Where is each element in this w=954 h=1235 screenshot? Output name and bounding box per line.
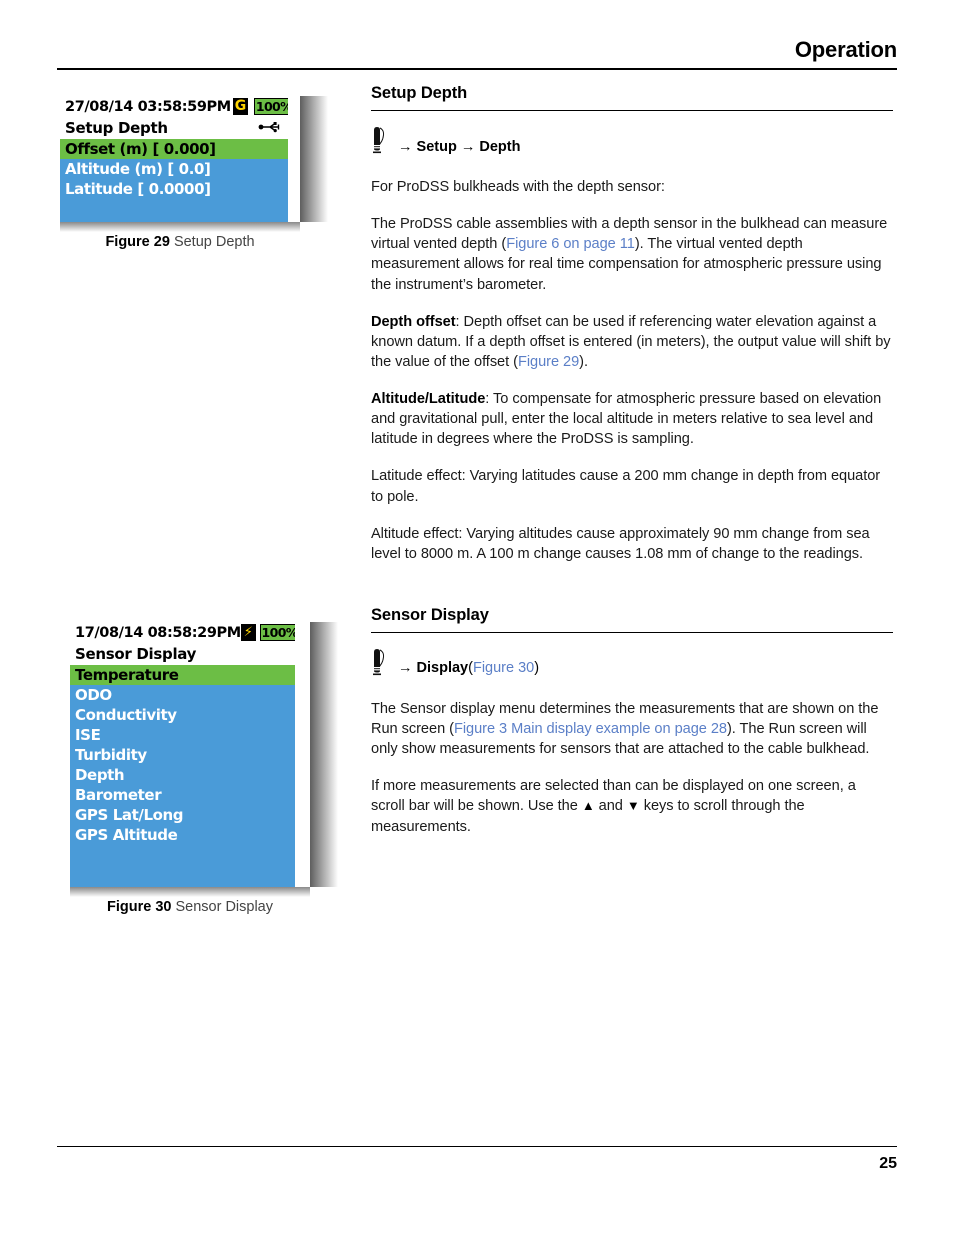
nav-path-text: → Setup → Depth [398,139,520,157]
lcd-menu-item-conductivity[interactable]: Conductivity [70,705,295,725]
lcd-status-bar: 27/08/14 03:58:59PM G 100% [60,96,288,117]
arrow-icon-2: → [460,138,476,155]
paren-close: ) [534,660,540,677]
screenshot-shadow-right [300,96,328,222]
para-text-mid: and [594,798,627,815]
paragraph-latitude-effect: Latitude effect: Varying latitudes cause… [371,468,881,505]
xref-figure-30[interactable]: Figure 30 [473,660,534,676]
lcd-menu-item-ise[interactable]: ISE [70,725,295,745]
arrow-down-icon: ▼ [626,798,640,814]
section-heading-sensor-display: Sensor Display [371,605,489,624]
page-number: 25 [879,1155,897,1172]
nav-item-depth[interactable]: Depth [479,139,520,155]
nav-path-setup-depth: → Setup → Depth [371,125,893,157]
nav-item-setup[interactable]: Setup [417,139,457,155]
paragraph-virtual-vented-depth: The ProDSS cable assemblies with a depth… [371,214,893,295]
lcd-title-bar: Setup Depth [60,117,288,139]
lcd-menu-item-gps-altitude[interactable]: GPS Altitude [70,825,295,845]
paragraph-altitude-effect: Altitude effect: Varying altitudes cause… [371,525,870,562]
paragraph-sensor-display-menu: The Sensor display menu determines the m… [371,699,893,759]
lcd-menu-item-turbidity[interactable]: Turbidity [70,745,295,765]
lcd-menu-item-barometer[interactable]: Barometer [70,785,295,805]
figure-29: 27/08/14 03:58:59PM G 100% Setup Depth [60,96,328,250]
screenshot-shadow-right-2 [310,622,338,887]
xref-figure-29[interactable]: Figure 29 [518,354,579,370]
section-heading-setup-depth: Setup Depth [371,84,468,102]
lcd-menu-item-depth[interactable]: Depth [70,765,295,785]
figure-29-caption-label: Figure 29 [105,234,170,250]
figure-29-caption-text: Setup Depth [173,234,255,250]
paragraph-depth-offset: Depth offset: Depth offset can be used i… [371,312,893,372]
lcd-title-label-2: Sensor Display [75,645,197,663]
lcd-menu-item-altitude[interactable]: Altitude (m) [ 0.0] [60,159,288,179]
arrow-up-icon: ▲ [581,798,595,814]
usb-icon [258,119,282,137]
lcd-menu-item-latitude[interactable]: Latitude [ 0.0000] [60,179,288,199]
paragraph-prodss-bulkheads: For ProDSS bulkheads with the depth sens… [371,179,665,195]
nav-item-display[interactable]: Display [417,660,469,676]
figure-30-caption: Figure 30 Sensor Display [70,899,310,915]
figure-30-caption-label: Figure 30 [106,899,172,915]
lcd-datetime-2: 17/08/14 08:58:29PM [75,624,241,641]
lcd-title-label: Setup Depth [65,119,168,137]
battery-indicator: 100% [253,98,288,115]
nav-path-sensor-display: → Display(Figure 30) [371,647,893,679]
figure-30-caption-text: Sensor Display [175,899,273,915]
paragraph-altitude-latitude: Altitude/Latitude: To compensate for atm… [371,389,893,449]
lcd-menu-item-odo[interactable]: ODO [70,685,295,705]
content-column: Setup Depth → Setup → Depth For ProDSS b… [371,84,893,837]
lcd-menu-item-gps-latlong[interactable]: GPS Lat/Long [70,805,295,825]
lcd-menu-item-offset[interactable]: Offset (m) [ 0.000] [60,139,288,159]
lcd-title-bar-2: Sensor Display [70,643,295,665]
lcd-datetime: 27/08/14 03:58:59PM [65,98,231,115]
figure-30: 17/08/14 08:58:29PM ⚡ 100% Sensor Displa… [70,622,338,915]
lcd-screen-sensor-display: 17/08/14 08:58:29PM ⚡ 100% Sensor Displa… [70,622,295,887]
nav-path-text-2: → Display(Figure 30) [398,660,539,678]
lcd-empty-area [60,199,288,222]
lcd-screen-setup-depth: 27/08/14 03:58:59PM G 100% Setup Depth [60,96,288,222]
figure-29-screenshot: 27/08/14 03:58:59PM G 100% Setup Depth [60,96,328,232]
arrow-icon-3: → [398,660,413,677]
screenshot-shadow-bottom [60,222,300,232]
footer-divider [57,1146,897,1147]
paragraph-scroll-bar: If more measurements are selected than c… [371,776,893,836]
probe-icon [371,647,389,681]
para-text-b: ). [579,353,588,370]
lcd-menu-item-temperature[interactable]: Temperature [70,665,295,685]
battery-indicator-2: 100% [259,624,295,641]
xref-figure-6[interactable]: Figure 6 on page 11 [506,236,635,252]
term-depth-offset: Depth offset [371,313,456,330]
screenshot-shadow-bottom-2 [70,887,310,897]
charging-bolt-icon: ⚡ [240,624,256,641]
term-altitude-latitude: Altitude/Latitude [371,391,486,407]
section-divider-1 [371,110,893,111]
lcd-empty-area-2 [70,845,295,887]
figure-29-caption: Figure 29 Setup Depth [60,234,300,250]
xref-figure-3[interactable]: Figure 3 Main display example on page 28 [454,721,727,737]
page-footer: 25 [57,1146,897,1173]
battery-level-label-2: 100% [259,624,295,641]
probe-icon [371,125,389,159]
arrow-icon-1: → [398,138,413,155]
lcd-status-bar-2: 17/08/14 08:58:29PM ⚡ 100% [70,622,295,643]
figures-column: 27/08/14 03:58:59PM G 100% Setup Depth [0,0,350,1235]
battery-level-label: 100% [253,98,288,115]
section-divider-2 [371,631,893,633]
figure-30-screenshot: 17/08/14 08:58:29PM ⚡ 100% Sensor Displa… [70,622,338,897]
gps-badge: G [232,98,248,115]
